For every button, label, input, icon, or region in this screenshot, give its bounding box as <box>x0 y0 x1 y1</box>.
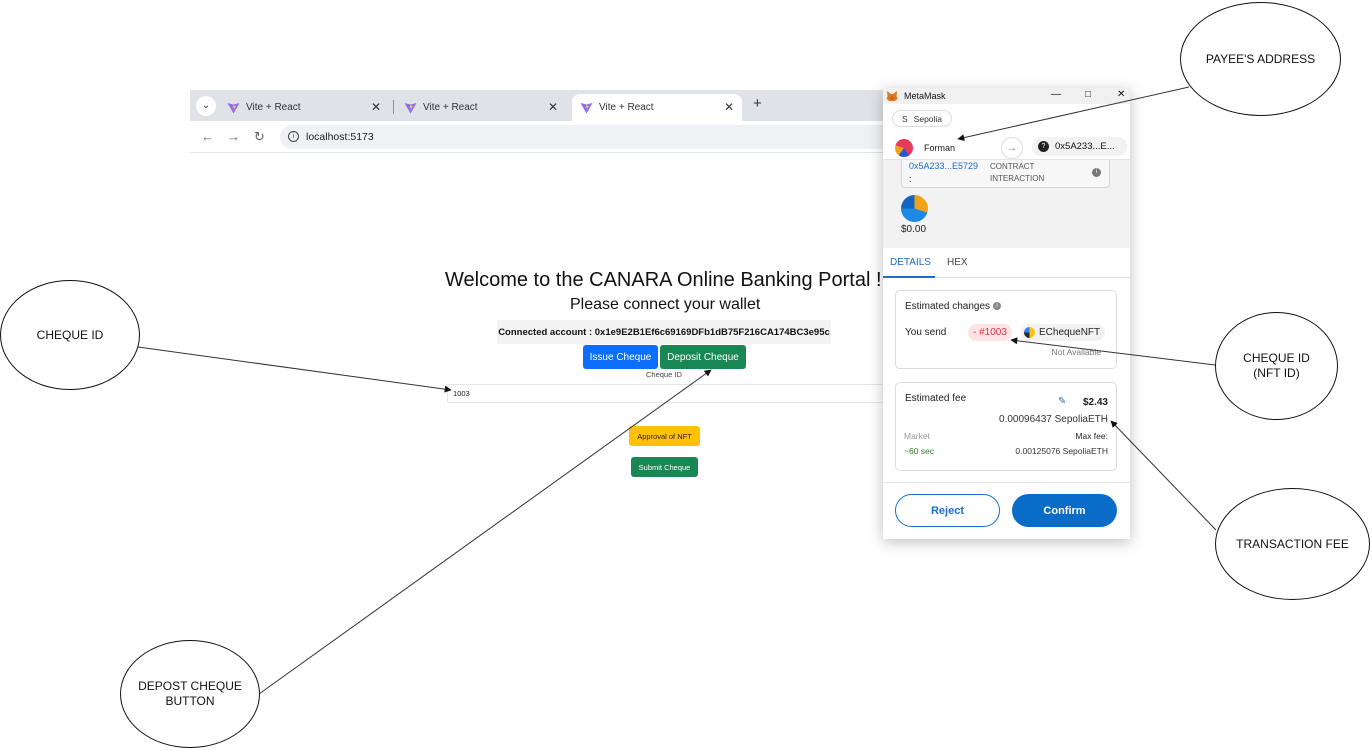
cheque-nft-id-annotation: CHEQUE ID (NFT ID) <box>1215 312 1338 420</box>
deposit-button-arrow <box>258 369 712 695</box>
cheque-id-right-arrow <box>1010 337 1216 366</box>
transaction-fee-annotation: TRANSACTION FEE <box>1215 488 1370 600</box>
cheque-id-annotation: CHEQUE ID <box>0 280 140 390</box>
annotated-screenshot: ⌄ Vite + React ✕ Vite + React ✕ Vite + R… <box>0 0 1372 751</box>
payee-address-annotation: PAYEE'S ADDRESS <box>1180 2 1341 116</box>
payee-arrow <box>957 86 1190 142</box>
transaction-fee-arrow <box>1110 420 1217 531</box>
cheque-id-left-arrow <box>137 346 452 393</box>
deposit-cheque-button-annotation: DEPOST CHEQUE BUTTON <box>120 640 260 748</box>
annotation-arrows <box>137 86 1217 695</box>
